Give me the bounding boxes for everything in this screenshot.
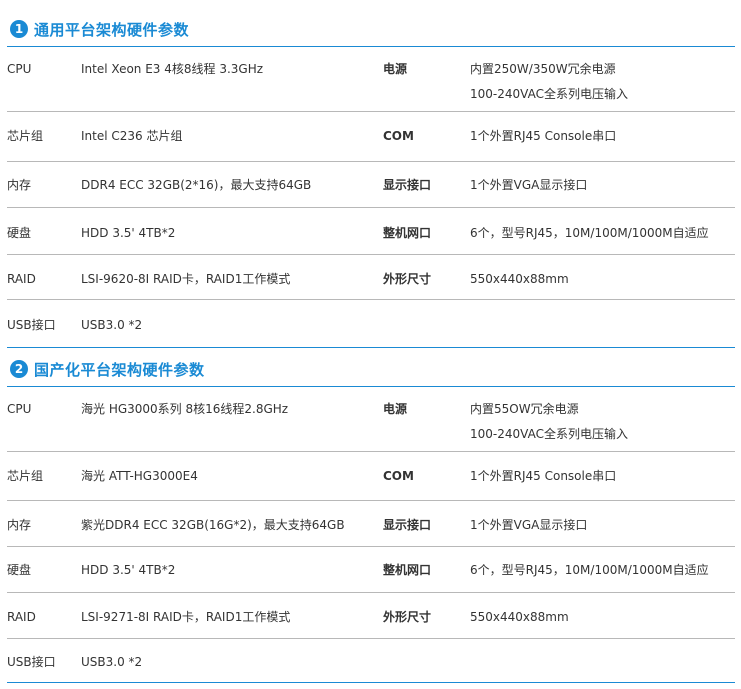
row-divider [7,451,735,452]
spec-label: 内存 [7,518,32,532]
spec-value: HDD 3.5' 4TB*2 [81,563,176,577]
section-number-badge: 1 [10,20,28,38]
spec-label-right: 电源 [383,62,408,76]
spec-value-right: 1个外置RJ45 Console串口 [470,469,617,483]
spec-value: DDR4 ECC 32GB(2*16)，最大支持64GB [81,178,312,192]
spec-label-right: COM [383,129,414,143]
row-divider [7,592,735,593]
spec-label-right: 整机网口 [383,563,432,577]
row-divider [7,638,735,639]
row-divider [7,299,735,300]
spec-value-right: 6个，型号RJ45，10M/100M/1000M自适应 [470,563,709,577]
spec-label: RAID [7,272,36,286]
spec-label: 内存 [7,178,32,192]
section-heading: 国产化平台架构硬件参数 [34,360,205,379]
spec-value-right: 100-240VAC全系列电压输入 [470,427,628,441]
section-number-badge: 2 [10,360,28,378]
spec-label: CPU [7,402,32,416]
row-divider [7,500,735,501]
spec-value-right: 550x440x88mm [470,272,569,286]
section-title: 1 通用平台架构硬件参数 [10,17,189,41]
spec-value-right: 内置250W/350W冗余电源 [470,62,616,76]
spec-label-right: 外形尺寸 [383,610,432,624]
spec-value-right: 1个外置VGA显示接口 [470,178,588,192]
spec-label-right: 显示接口 [383,178,432,192]
spec-value: HDD 3.5' 4TB*2 [81,226,176,240]
spec-label-right: COM [383,469,414,483]
spec-label: CPU [7,62,32,76]
spec-value-right: 550x440x88mm [470,610,569,624]
row-divider [7,161,735,162]
spec-label: 硬盘 [7,563,32,577]
section-bottom-rule [7,682,735,683]
spec-value-right: 1个外置VGA显示接口 [470,518,588,532]
spec-label-right: 显示接口 [383,518,432,532]
row-divider [7,111,735,112]
row-divider [7,546,735,547]
spec-value: Intel Xeon E3 4核8线程 3.3GHz [81,62,264,76]
spec-value: LSI-9271-8I RAID卡，RAID1工作模式 [81,610,291,624]
spec-value-right: 100-240VAC全系列电压输入 [470,87,628,101]
spec-value: Intel C236 芯片组 [81,129,183,143]
section-title: 2 国产化平台架构硬件参数 [10,357,205,381]
spec-label-right: 外形尺寸 [383,272,432,286]
spec-value: 海光 HG3000系列 8核16线程2.8GHz [81,402,289,416]
section-heading: 通用平台架构硬件参数 [34,20,190,39]
section-top-rule [7,386,735,387]
spec-value: 紫光DDR4 ECC 32GB(16G*2)，最大支持64GB [81,518,345,532]
spec-label: RAID [7,610,36,624]
spec-label: 硬盘 [7,226,32,240]
spec-value-right: 6个，型号RJ45，10M/100M/1000M自适应 [470,226,709,240]
spec-value: USB3.0 *2 [81,655,143,669]
row-divider [7,254,735,255]
spec-label: USB接口 [7,318,56,332]
spec-value-right: 1个外置RJ45 Console串口 [470,129,617,143]
spec-label: 芯片组 [7,469,44,483]
spec-value-right: 内置55OW冗余电源 [470,402,579,416]
spec-label-right: 整机网口 [383,226,432,240]
spec-value: USB3.0 *2 [81,318,143,332]
spec-label: 芯片组 [7,129,44,143]
spec-label: USB接口 [7,655,56,669]
spec-label-right: 电源 [383,402,408,416]
section-top-rule [7,46,735,47]
spec-value: LSI-9620-8I RAID卡，RAID1工作模式 [81,272,291,286]
row-divider [7,207,735,208]
spec-value: 海光 ATT-HG3000E4 [81,469,198,483]
section-bottom-rule [7,347,735,348]
